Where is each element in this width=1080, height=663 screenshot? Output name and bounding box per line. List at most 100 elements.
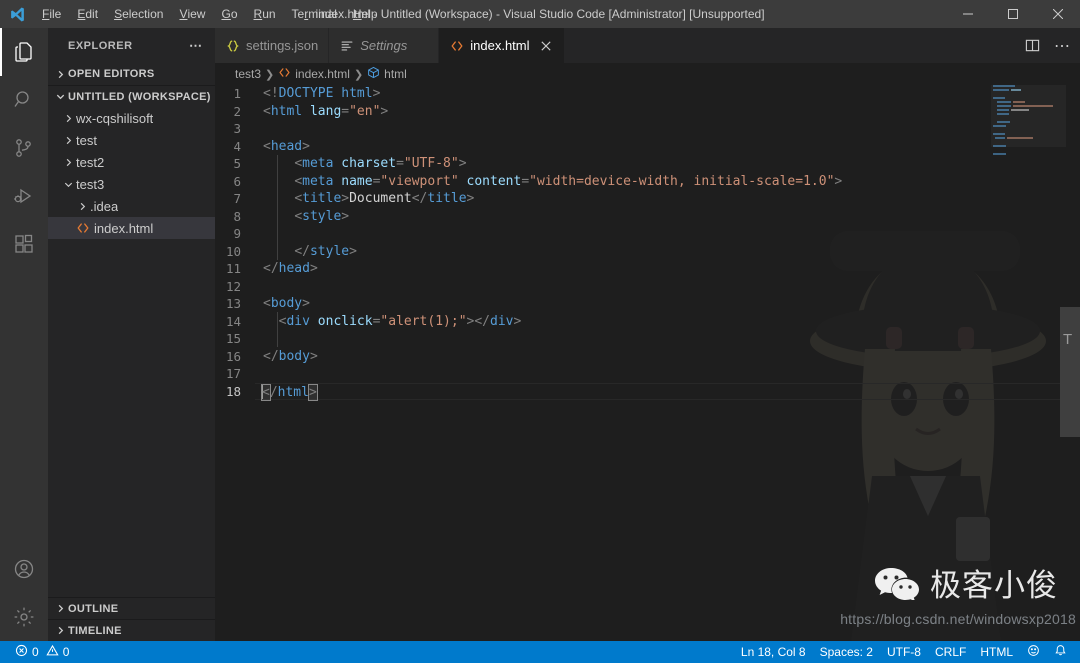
line-number: 9	[233, 226, 241, 241]
line-text: <div onclick="alert(1);"></div>	[278, 313, 522, 329]
tab-index-html[interactable]: index.html	[439, 28, 565, 63]
activity-run-debug[interactable]	[0, 172, 48, 220]
status-encoding[interactable]: UTF-8	[880, 641, 928, 663]
html-icon	[74, 221, 92, 235]
chevron-right-icon	[52, 623, 68, 639]
activity-accounts[interactable]	[0, 545, 48, 593]
menu-run[interactable]: Run	[246, 0, 284, 28]
code-editor[interactable]: 1 <!DOCTYPE html> 2 <html lang="en"> 3 4…	[215, 85, 1080, 641]
sidebar-bottom-sections: OUTLINE TIMELINE	[48, 597, 215, 641]
maximize-button[interactable]	[990, 0, 1035, 28]
tree-item-index-html[interactable]: index.html	[48, 217, 215, 239]
tree-item-label: wx-cqshilisoft	[76, 110, 154, 126]
settings-editor-icon	[339, 39, 355, 53]
warning-count: 0	[62, 645, 70, 659]
tab-label: settings.json	[246, 38, 319, 53]
code-content: 1 <!DOCTYPE html> 2 <html lang="en"> 3 4…	[215, 85, 1080, 641]
code-line: 4 <head>	[215, 138, 1080, 156]
tree-item-label: test2	[76, 154, 105, 170]
menu-go[interactable]: Go	[213, 0, 245, 28]
breadcrumb-label: index.html	[295, 67, 350, 81]
tree-item-label: test	[76, 132, 97, 148]
tab-settings-json[interactable]: settings.json	[215, 28, 330, 63]
code-line: 17	[215, 365, 1080, 383]
line-number: 1	[233, 86, 241, 101]
section-open-editors[interactable]: OPEN EDITORS	[48, 63, 215, 85]
line-text: </body>	[263, 348, 318, 364]
line-text: <!DOCTYPE html>	[263, 86, 381, 101]
close-icon[interactable]	[538, 38, 554, 54]
line-text: </head>	[263, 261, 318, 276]
line-number: 17	[225, 366, 241, 381]
menu-help[interactable]: Help	[345, 0, 386, 28]
tree-item-label: test3	[76, 176, 105, 192]
vscode-window: File Edit Selection View Go Run Te r minal…	[0, 0, 1080, 663]
tab-bar-actions: ⋯	[1022, 28, 1080, 63]
status-language-mode[interactable]: HTML	[973, 641, 1020, 663]
code-line: 7 <title>Document</title>	[215, 190, 1080, 208]
menu-terminal[interactable]: Te r minal	[284, 0, 345, 28]
minimize-button[interactable]	[945, 0, 990, 28]
breadcrumb-item-file[interactable]: index.html	[278, 66, 350, 82]
status-notifications[interactable]	[1047, 641, 1074, 663]
tab-settings[interactable]: Settings	[329, 28, 440, 63]
code-line: 1 <!DOCTYPE html>	[215, 85, 1080, 103]
status-eol[interactable]: CRLF	[928, 641, 973, 663]
menu-edit[interactable]: Edit	[69, 0, 106, 28]
section-timeline[interactable]: TIMELINE	[48, 619, 215, 641]
section-outline[interactable]: OUTLINE	[48, 597, 215, 619]
status-indentation[interactable]: Spaces: 2	[813, 641, 880, 663]
activity-search[interactable]	[0, 76, 48, 124]
title-bar: File Edit Selection View Go Run Te r minal…	[0, 0, 1080, 28]
tree-item-label: index.html	[94, 220, 154, 236]
activity-extensions[interactable]	[0, 220, 48, 268]
activity-settings[interactable]	[0, 593, 48, 641]
warning-triangle-icon	[46, 644, 59, 660]
status-bar: 0 0 Ln 18, Col 8 Spaces: 2 UTF-8 CRLF HT…	[0, 641, 1080, 663]
sidebar-title: EXPLORER	[68, 39, 133, 52]
workbench-body: EXPLORER ⋯ OPEN EDITORS UNTITLED (WORKSP…	[0, 28, 1080, 641]
tree-item-test2[interactable]: test2	[48, 151, 215, 173]
section-timeline-label: TIMELINE	[68, 624, 122, 637]
html-icon	[449, 39, 465, 53]
code-line: 5 <meta charset="UTF-8">	[215, 155, 1080, 173]
status-problems[interactable]: 0 0	[8, 641, 76, 663]
line-number: 13	[225, 296, 241, 311]
tree-item-wx-cqshilisoft[interactable]: wx-cqshilisoft	[48, 107, 215, 129]
indent-guide	[277, 312, 278, 347]
bell-icon	[1054, 644, 1067, 660]
activity-explorer[interactable]	[0, 28, 48, 76]
line-text: <meta name="viewport" content="width=dev…	[294, 173, 843, 189]
breadcrumb-item-symbol[interactable]: html	[367, 66, 407, 82]
breadcrumb-item-folder[interactable]: test3	[235, 67, 261, 81]
status-feedback[interactable]	[1020, 641, 1047, 663]
smiley-icon	[1027, 644, 1040, 660]
line-text: <title>Document</title>	[294, 191, 475, 206]
menu-view[interactable]: View	[171, 0, 213, 28]
tree-item-test3[interactable]: test3	[48, 173, 215, 195]
menu-file[interactable]: File	[34, 0, 69, 28]
breadcrumb-label: html	[384, 67, 407, 81]
chevron-down-icon	[52, 89, 68, 105]
offscreen-window-fragment: T	[1060, 307, 1080, 437]
chevron-right-icon	[52, 601, 68, 617]
tree-item-test[interactable]: test	[48, 129, 215, 151]
indent-guide	[277, 155, 278, 260]
activity-source-control[interactable]	[0, 124, 48, 172]
line-text: </style>	[294, 243, 357, 259]
ellipsis-icon[interactable]: ⋯	[1052, 36, 1072, 56]
ellipsis-icon[interactable]: ⋯	[189, 38, 207, 54]
close-button[interactable]	[1035, 0, 1080, 28]
section-workspace[interactable]: UNTITLED (WORKSPACE)	[48, 85, 215, 107]
code-line: 15	[215, 330, 1080, 348]
tree-item-idea[interactable]: .idea	[48, 195, 215, 217]
line-number: 10	[225, 243, 241, 259]
sidebar: EXPLORER ⋯ OPEN EDITORS UNTITLED (WORKSP…	[48, 28, 215, 641]
status-right: Ln 18, Col 8 Spaces: 2 UTF-8 CRLF HTML	[734, 641, 1080, 663]
line-number: 15	[225, 331, 241, 346]
line-text: <style>	[294, 208, 350, 224]
split-editor-icon[interactable]	[1022, 36, 1042, 56]
status-cursor-position[interactable]: Ln 18, Col 8	[734, 641, 813, 663]
tree-item-label: .idea	[90, 198, 119, 214]
menu-selection[interactable]: Selection	[106, 0, 171, 28]
